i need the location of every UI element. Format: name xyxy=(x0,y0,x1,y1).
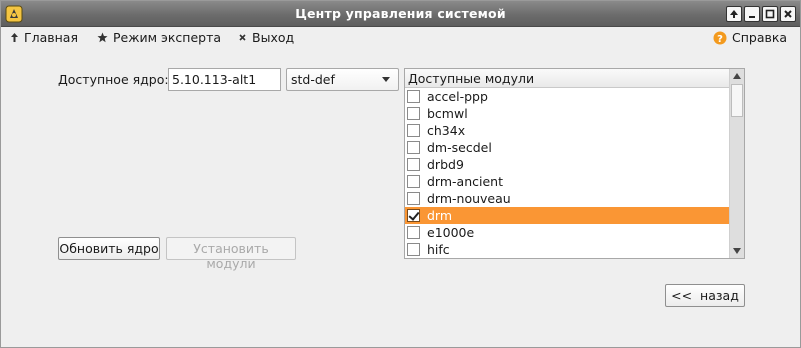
window-title: Центр управления системой xyxy=(295,6,506,21)
modules-rows: accel-ppp bcmwl ch34x dm-secdel drbd9 drm-anc… xyxy=(405,88,730,258)
modules-list-header: Доступные модули xyxy=(405,69,730,88)
maximize-icon[interactable] xyxy=(762,6,778,22)
question-circle-icon: ? xyxy=(713,31,727,45)
list-item[interactable]: drm xyxy=(405,207,730,224)
window-up-icon[interactable] xyxy=(726,6,742,22)
module-checkbox[interactable] xyxy=(407,141,420,154)
install-modules-button[interactable]: Установить модули xyxy=(166,237,296,271)
scroll-down-icon[interactable] xyxy=(730,244,744,258)
list-item[interactable]: ch34x xyxy=(405,122,730,139)
module-checkbox[interactable] xyxy=(407,158,420,171)
close-window-icon[interactable] xyxy=(780,6,796,22)
module-checkbox[interactable] xyxy=(407,209,420,222)
kernel-version-field[interactable]: 5.10.113-alt1 xyxy=(168,68,281,91)
list-item[interactable]: bcmwl xyxy=(405,105,730,122)
toolbar: Главная Режим эксперта Выход ? Справка xyxy=(1,27,800,49)
module-name: hifc xyxy=(427,242,450,257)
modules-list[interactable]: Доступные модули accel-ppp bcmwl ch34x dm-s… xyxy=(404,68,745,259)
modules-scrollbar[interactable] xyxy=(729,69,744,258)
kernel-flavour-select[interactable]: std-def xyxy=(286,68,399,91)
list-item[interactable]: drbd9 xyxy=(405,156,730,173)
list-item[interactable]: drm-ancient xyxy=(405,173,730,190)
module-checkbox[interactable] xyxy=(407,175,420,188)
expert-mode-label: Режим эксперта xyxy=(113,30,222,45)
close-icon xyxy=(239,34,246,41)
module-checkbox[interactable] xyxy=(407,192,420,205)
kernel-flavour-value: std-def xyxy=(291,72,335,87)
list-item[interactable]: e1000e xyxy=(405,224,730,241)
control-center-window: Центр управления системой Главная Режим … xyxy=(0,0,801,348)
title-bar[interactable]: Центр управления системой xyxy=(1,1,800,27)
scrollbar-thumb[interactable] xyxy=(731,84,743,117)
module-name: bcmwl xyxy=(427,106,468,121)
exit-button[interactable]: Выход xyxy=(238,30,294,45)
module-checkbox[interactable] xyxy=(407,124,420,137)
back-button[interactable]: << назад xyxy=(665,284,745,307)
help-label: Справка xyxy=(732,30,788,45)
expert-mode-button[interactable]: Режим эксперта xyxy=(97,30,221,45)
help-button[interactable]: ? Справка xyxy=(713,30,787,45)
module-name: drm-ancient xyxy=(427,174,503,189)
module-checkbox[interactable] xyxy=(407,243,420,256)
module-name: drbd9 xyxy=(427,157,464,172)
list-item[interactable]: dm-secdel xyxy=(405,139,730,156)
scroll-up-icon[interactable] xyxy=(730,69,744,83)
home-label: Главная xyxy=(24,30,78,45)
module-name: e1000e xyxy=(427,225,475,240)
star-icon xyxy=(97,32,108,43)
chevron-down-icon xyxy=(382,77,390,82)
window-controls xyxy=(726,6,796,22)
list-item[interactable]: accel-ppp xyxy=(405,88,730,105)
arrow-up-icon xyxy=(11,33,18,42)
exit-label: Выход xyxy=(252,30,295,45)
svg-text:?: ? xyxy=(717,34,723,45)
module-checkbox[interactable] xyxy=(407,107,420,120)
module-name: ch34x xyxy=(427,123,466,138)
list-item[interactable]: hifc xyxy=(405,241,730,258)
module-name: drm xyxy=(427,208,453,223)
module-name: accel-ppp xyxy=(427,89,488,104)
module-name: dm-secdel xyxy=(427,140,492,155)
module-name: drm-nouveau xyxy=(427,191,511,206)
list-item[interactable]: drm-nouveau xyxy=(405,190,730,207)
module-checkbox[interactable] xyxy=(407,226,420,239)
home-button[interactable]: Главная xyxy=(10,30,78,45)
module-checkbox[interactable] xyxy=(407,90,420,103)
kernel-label: Доступное ядро: xyxy=(58,72,169,87)
update-kernel-button[interactable]: Обновить ядро xyxy=(58,237,160,260)
minimize-icon[interactable] xyxy=(744,6,760,22)
